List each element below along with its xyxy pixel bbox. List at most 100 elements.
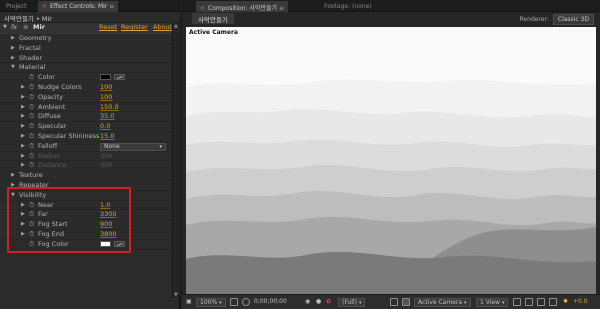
scroll-down-icon[interactable]: ▼ [174, 292, 178, 298]
eyedropper-icon[interactable] [114, 74, 125, 81]
scroll-up-icon[interactable]: ▲ [174, 23, 178, 29]
views-dropdown[interactable]: 1 View ▾ [476, 298, 509, 307]
flowchart-icon[interactable] [549, 298, 557, 307]
tab-label: Footage: (none) [324, 3, 372, 10]
falloff-dropdown[interactable]: None ▾ [100, 142, 166, 151]
fast-previews-icon[interactable] [525, 298, 533, 307]
toggle-pixel-aspect-icon[interactable] [513, 298, 521, 307]
property-label: Nudge Colors [38, 83, 82, 91]
disclosure-closed-icon[interactable]: ▶ [21, 161, 25, 170]
disclosure-closed-icon[interactable]: ▶ [21, 103, 25, 112]
camera-value: Active Camera [418, 299, 463, 306]
tab-effect-controls[interactable]: ✕ Effect Controls: Mir ≡ [38, 1, 119, 12]
stopwatch-icon[interactable]: ⏱ [29, 112, 34, 121]
register-link[interactable]: Register [121, 23, 148, 31]
property-label: Color [38, 73, 55, 82]
scrollbar[interactable]: ▲ ▼ [172, 23, 180, 298]
disclosure-closed-icon[interactable]: ▶ [21, 112, 25, 121]
stopwatch-icon[interactable]: ⏱ [29, 103, 34, 112]
disclosure-closed-icon[interactable]: ▶ [21, 132, 25, 141]
timeline-icon[interactable] [537, 298, 545, 307]
tab-composition[interactable]: ✕ Composition: 사막만들기 ≡ [196, 1, 288, 12]
comp-tab[interactable]: 사막만들기 [192, 13, 234, 24]
stopwatch-icon[interactable]: ⏱ [29, 142, 34, 151]
composition-viewport[interactable]: Active Camera [186, 27, 596, 294]
tab-footage[interactable]: Footage: (none) [320, 1, 376, 12]
property-row-fractal[interactable]: ▶ Fractal [0, 44, 172, 54]
property-row-specular[interactable]: ▶ ⏱ Specular 0.0 [0, 122, 172, 132]
property-row-material[interactable]: ▼ Material [0, 63, 172, 74]
exposure-value[interactable]: +0.0 [573, 298, 588, 307]
property-row-distance[interactable]: ▶ ⏱ Distance 300 [0, 161, 172, 172]
disclosure-closed-icon[interactable]: ▶ [11, 54, 15, 63]
property-row-opacity[interactable]: ▶ ⏱ Opacity 100 [0, 93, 172, 103]
timecode[interactable]: 0;00;00;00 [254, 298, 287, 307]
stopwatch-icon[interactable]: ⏱ [29, 132, 34, 141]
stopwatch-icon[interactable]: ⏱ [29, 152, 34, 161]
property-row-texture[interactable]: ▶ Texture [0, 171, 172, 181]
property-label: Radius [38, 151, 60, 160]
property-row-geometry[interactable]: ▶ Geometry [0, 34, 172, 44]
exposure-icon[interactable]: ✹ [563, 298, 568, 307]
disclosure-closed-icon[interactable]: ▶ [11, 44, 15, 53]
tab-project[interactable]: Project [2, 1, 31, 12]
chevron-down-icon: ▾ [501, 300, 505, 306]
property-row-radius[interactable]: ▶ ⏱ Radius 300 [0, 152, 172, 162]
disclosure-closed-icon[interactable]: ▶ [21, 83, 25, 92]
grid-icon[interactable] [230, 298, 238, 307]
property-value[interactable]: 35.0 [100, 112, 114, 121]
property-row-diffuse[interactable]: ▶ ⏱ Diffuse 35.0 [0, 112, 172, 123]
property-label: Specular Shininess [38, 132, 100, 140]
effect-toggle-icon[interactable]: ⊗ [23, 23, 28, 31]
disclosure-open-icon[interactable]: ▼ [11, 63, 15, 72]
resolution-dropdown[interactable]: (Full) ▾ [338, 298, 366, 307]
disclosure-closed-icon[interactable]: ▶ [11, 34, 15, 43]
transparency-grid-icon[interactable] [402, 298, 410, 307]
mask-icon[interactable] [242, 298, 250, 307]
property-value[interactable]: 100 [100, 83, 112, 92]
viewer-toolbar: ▣ 100% ▾ 0;00;00;00 ◉ ● ✿ (Full) ▾ Active … [182, 294, 600, 309]
property-value[interactable]: 15.0 [100, 132, 114, 141]
property-label: Specular [38, 122, 67, 131]
disclosure-closed-icon[interactable]: ▶ [21, 122, 25, 131]
stopwatch-icon[interactable]: ⏱ [29, 161, 34, 170]
stopwatch-icon[interactable]: ⏱ [29, 83, 34, 92]
reset-link[interactable]: Reset [99, 23, 117, 31]
stopwatch-icon[interactable]: ⏱ [29, 93, 34, 102]
disclosure-closed-icon[interactable]: ▶ [21, 152, 25, 161]
property-label: Texture [19, 171, 43, 180]
property-row-specular-shininess[interactable]: ▶ ⏱ Specular Shininess 15.0 [0, 132, 172, 142]
property-row-ambient[interactable]: ▶ ⏱ Ambient 150.0 [0, 103, 172, 113]
camera-dropdown[interactable]: Active Camera ▾ [414, 298, 471, 307]
always-preview-icon[interactable]: ▣ [186, 298, 192, 307]
region-of-interest-icon[interactable] [390, 298, 398, 307]
property-value[interactable]: 0.0 [100, 122, 110, 131]
property-row-nudge-colors[interactable]: ▶ ⏱ Nudge Colors 100 [0, 83, 172, 93]
resolution-value: (Full) [342, 299, 357, 306]
menu-icon[interactable]: ≡ [109, 3, 114, 10]
show-snapshot-icon[interactable]: ● [316, 298, 321, 307]
tab-label: Project [6, 3, 27, 10]
property-value[interactable]: 100 [100, 93, 112, 102]
renderer: Renderer: Classic 3D [520, 14, 594, 25]
fx-icon[interactable]: fx [11, 23, 17, 31]
renderer-dropdown[interactable]: Classic 3D [552, 14, 594, 25]
property-row-shader[interactable]: ▶ Shader [0, 54, 172, 64]
menu-icon[interactable]: ≡ [279, 5, 284, 12]
color-swatch[interactable] [100, 74, 111, 81]
property-value[interactable]: 150.0 [100, 103, 119, 112]
stopwatch-icon[interactable]: ⏱ [29, 122, 34, 131]
property-row-falloff[interactable]: ▶ ⏱ Falloff None ▾ [0, 142, 172, 152]
close-icon[interactable]: ✕ [42, 3, 47, 10]
snapshot-icon[interactable]: ◉ [305, 298, 310, 307]
disclosure-closed-icon[interactable]: ▶ [21, 142, 25, 151]
close-icon[interactable]: ✕ [200, 5, 205, 12]
property-row-color[interactable]: ⏱ Color [0, 73, 172, 83]
disclosure-open-icon[interactable]: ▼ [3, 24, 7, 30]
stopwatch-icon[interactable]: ⏱ [29, 73, 34, 82]
renderer-label: Renderer: [519, 16, 549, 23]
disclosure-closed-icon[interactable]: ▶ [11, 171, 15, 180]
zoom-dropdown[interactable]: 100% ▾ [196, 298, 226, 307]
channel-icon[interactable]: ✿ [326, 298, 331, 307]
disclosure-closed-icon[interactable]: ▶ [21, 93, 25, 102]
